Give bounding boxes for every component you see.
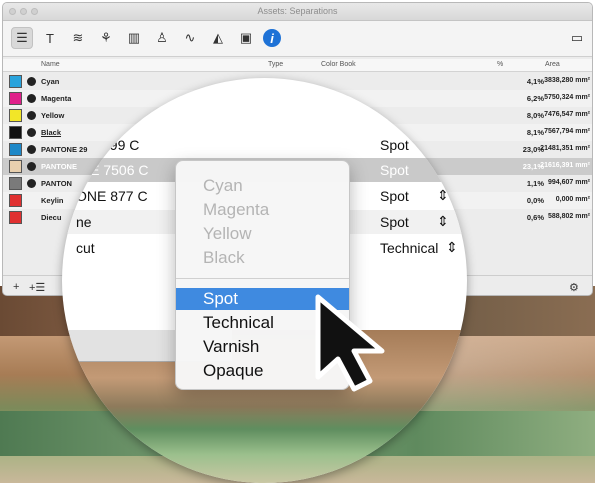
magnified-name: ONE 877 C <box>76 188 148 204</box>
curve-icon[interactable]: ∿ <box>179 27 201 49</box>
pdf-layers-icon[interactable]: ≋ <box>67 27 89 49</box>
column-name[interactable]: Name <box>41 61 60 68</box>
separation-name: Cyan <box>41 77 60 86</box>
stepper-icon[interactable]: ⇕ <box>437 213 449 230</box>
column-type[interactable]: Type <box>268 61 283 68</box>
magnified-name: 299 C <box>102 137 140 153</box>
ink-area: 588,802 mm² <box>547 213 590 220</box>
menu-item-yellow: Yellow <box>203 224 252 243</box>
stamp-icon[interactable]: ♙ <box>151 27 173 49</box>
column-area[interactable]: Area <box>545 61 560 68</box>
window-title: Assets: Separations <box>257 6 338 16</box>
window-titlebar: Assets: Separations <box>3 3 592 21</box>
fonts-icon[interactable]: T <box>39 27 61 49</box>
ink-area: 7567,794 mm² <box>544 128 590 135</box>
asset-toolbar: ☰ T ≋ ⚘ ▥ ♙ ∿ ◭ ▣ i ▭ <box>3 21 592 57</box>
info-icon[interactable]: i <box>263 29 281 47</box>
visibility-dot-icon[interactable] <box>27 162 36 171</box>
add-icon[interactable]: + <box>13 281 19 293</box>
color-triangle-icon[interactable]: ◭ <box>207 27 229 49</box>
ink-area: 21616,391 mm² <box>540 162 590 169</box>
color-swatch <box>9 109 22 122</box>
screenshot-stage: Assets: Separations ☰ T ≋ ⚘ ▥ ♙ ∿ ◭ ▣ i … <box>0 0 595 483</box>
color-swatch <box>9 160 22 173</box>
visibility-dot-icon[interactable] <box>27 77 36 86</box>
magnified-name: NE 7506 C <box>80 162 149 178</box>
menu-item-magenta: Magenta <box>203 200 270 219</box>
separations-list-icon[interactable]: ☰ <box>11 27 33 49</box>
magnified-type: Spot <box>380 162 409 178</box>
add-list-icon[interactable]: +☰ <box>29 281 45 294</box>
visibility-dot-icon[interactable] <box>27 94 36 103</box>
ink-area: 5750,324 mm² <box>544 94 590 101</box>
stepper-icon[interactable]: ⇕ <box>437 187 449 204</box>
ink-area: 3838,280 mm² <box>544 77 590 84</box>
images-icon[interactable]: ⚘ <box>95 27 117 49</box>
color-swatch <box>9 126 22 139</box>
color-swatch <box>9 143 22 156</box>
separation-name: Diecu <box>41 213 62 222</box>
ink-area: 21481,351 mm² <box>540 145 590 152</box>
visibility-dot-icon[interactable] <box>27 128 36 137</box>
document-box-icon[interactable]: ▣ <box>235 27 257 49</box>
settings-gear-icon[interactable]: ⚙ <box>569 281 579 294</box>
column-color-book[interactable]: Color Book <box>321 61 356 68</box>
magnified-type: Spot <box>380 188 409 204</box>
document-icon[interactable]: ▭ <box>566 27 588 49</box>
color-swatch <box>9 75 22 88</box>
separation-name: Keylin <box>41 196 64 205</box>
magnified-name: ne <box>76 214 92 230</box>
magnified-type: Spot <box>380 214 409 230</box>
barcode-icon[interactable]: ▥ <box>123 27 145 49</box>
menu-item-black: Black <box>203 248 245 267</box>
separation-name: Yellow <box>41 111 65 120</box>
visibility-dot-icon[interactable] <box>27 111 36 120</box>
separation-name: Black <box>41 128 62 137</box>
pointer-cursor-icon <box>315 294 385 392</box>
magnified-type: Spot <box>380 137 409 153</box>
menu-item-cyan: Cyan <box>203 176 243 195</box>
column-header: Name Type Color Book % Area <box>3 59 592 72</box>
color-swatch <box>9 194 22 207</box>
color-swatch <box>9 177 22 190</box>
magnified-type: Technical <box>380 240 439 256</box>
ink-area: 994,607 mm² <box>547 179 590 186</box>
ink-area: 0,000 mm² <box>555 196 590 203</box>
color-swatch <box>9 211 22 224</box>
magnified-type: Black <box>380 100 415 116</box>
magnified-name: cut <box>76 240 95 256</box>
color-swatch <box>9 92 22 105</box>
visibility-dot-icon[interactable] <box>27 145 36 154</box>
visibility-dot-icon[interactable] <box>27 179 36 188</box>
magnified-row: 299 C Spot <box>62 134 467 158</box>
stepper-icon[interactable]: ⇕ <box>446 239 458 256</box>
ink-area: 7476,547 mm² <box>544 111 590 118</box>
magnified-row: Black <box>62 96 467 120</box>
menu-separator <box>176 278 349 279</box>
column-percent[interactable]: % <box>497 61 503 68</box>
